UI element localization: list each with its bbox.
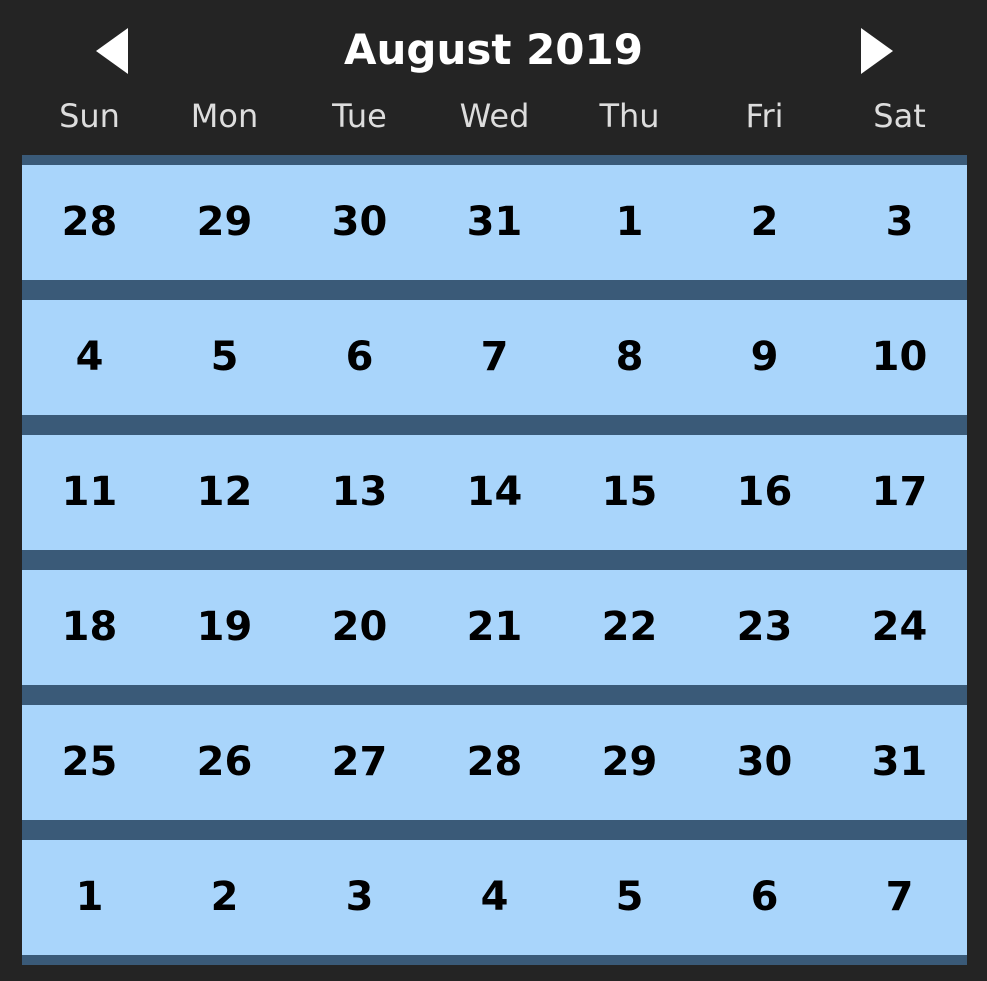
day-cell[interactable]: 17	[832, 435, 967, 550]
day-cell[interactable]: 29	[157, 165, 292, 280]
day-cell[interactable]: 6	[697, 840, 832, 955]
weekday-label: Fri	[745, 97, 784, 135]
day-cell[interactable]: 1	[562, 165, 697, 280]
day-cell[interactable]: 4	[22, 300, 157, 415]
day-cell[interactable]: 21	[427, 570, 562, 685]
day-cell[interactable]: 1	[22, 840, 157, 955]
day-cell[interactable]: 5	[157, 300, 292, 415]
calendar-grid: 28 29 30 31 1 2 3 4 5 6 7 8 9 10 11 12 13 14 15 16 17 18 19 20 2…	[22, 155, 967, 965]
day-cell[interactable]: 3	[832, 165, 967, 280]
day-cell[interactable]: 28	[22, 165, 157, 280]
day-cell[interactable]: 5	[562, 840, 697, 955]
day-cell[interactable]: 24	[832, 570, 967, 685]
weekday-label: Wed	[459, 97, 530, 135]
day-cell[interactable]: 30	[292, 165, 427, 280]
day-cell[interactable]: 14	[427, 435, 562, 550]
week-row: 25 26 27 28 29 30 31	[22, 705, 967, 820]
day-cell[interactable]: 8	[562, 300, 697, 415]
week-row: 11 12 13 14 15 16 17	[22, 435, 967, 550]
week-row: 28 29 30 31 1 2 3	[22, 165, 967, 280]
chevron-right-icon	[861, 28, 893, 74]
day-cell[interactable]: 15	[562, 435, 697, 550]
day-cell[interactable]: 4	[427, 840, 562, 955]
day-cell[interactable]: 23	[697, 570, 832, 685]
weekday-label: Mon	[190, 97, 259, 135]
day-cell[interactable]: 16	[697, 435, 832, 550]
day-cell[interactable]: 19	[157, 570, 292, 685]
day-cell[interactable]: 25	[22, 705, 157, 820]
day-cell[interactable]: 3	[292, 840, 427, 955]
weekday-label: Thu	[599, 97, 660, 135]
day-cell[interactable]: 22	[562, 570, 697, 685]
day-cell[interactable]: 11	[22, 435, 157, 550]
day-cell[interactable]: 2	[157, 840, 292, 955]
day-cell[interactable]: 2	[697, 165, 832, 280]
day-cell[interactable]: 29	[562, 705, 697, 820]
weekday-label: Sat	[873, 97, 926, 135]
day-cell[interactable]: 7	[832, 840, 967, 955]
week-row: 18 19 20 21 22 23 24	[22, 570, 967, 685]
day-cell[interactable]: 31	[427, 165, 562, 280]
month-title: August 2019	[344, 25, 643, 74]
day-cell[interactable]: 20	[292, 570, 427, 685]
day-cell[interactable]: 18	[22, 570, 157, 685]
day-cell[interactable]: 9	[697, 300, 832, 415]
weekday-label: Sun	[59, 97, 120, 135]
day-cell[interactable]: 28	[427, 705, 562, 820]
week-row: 1234567	[22, 840, 967, 955]
week-row: 4 5 6 7 8 9 10	[22, 300, 967, 415]
weekday-header: Sun Mon Tue Wed Thu Fri Sat	[22, 94, 967, 138]
day-cell[interactable]: 10	[832, 300, 967, 415]
day-cell[interactable]: 30	[697, 705, 832, 820]
day-cell[interactable]: 31	[832, 705, 967, 820]
day-cell[interactable]: 6	[292, 300, 427, 415]
day-cell[interactable]: 13	[292, 435, 427, 550]
weekday-label: Tue	[332, 97, 387, 135]
day-cell[interactable]: 7	[427, 300, 562, 415]
next-month-button[interactable]	[861, 28, 893, 74]
day-cell[interactable]: 27	[292, 705, 427, 820]
day-cell[interactable]: 12	[157, 435, 292, 550]
day-cell[interactable]: 26	[157, 705, 292, 820]
